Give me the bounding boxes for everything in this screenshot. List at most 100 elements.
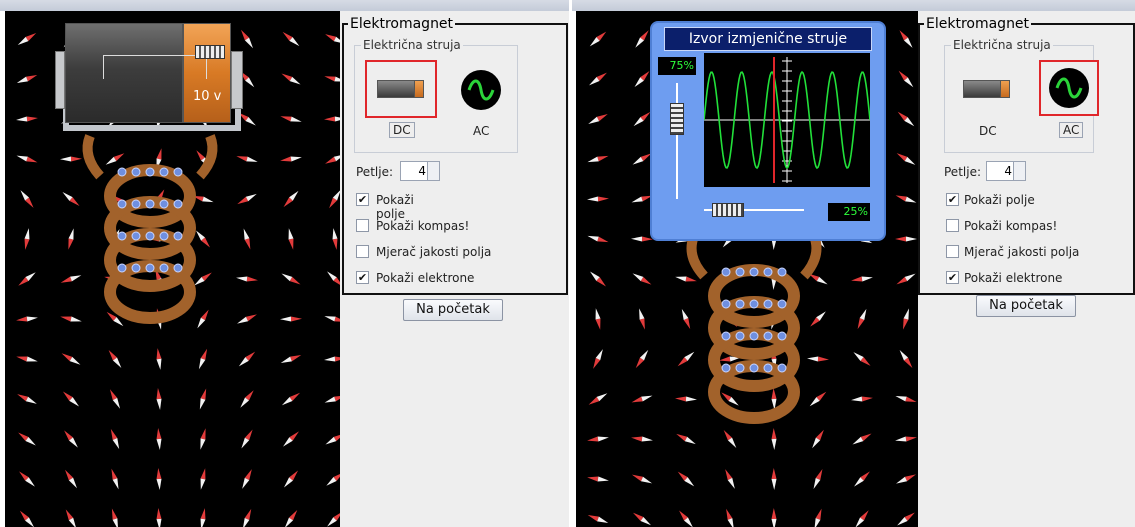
reset-button[interactable]: Na početak	[976, 295, 1076, 317]
lead-wire-left	[82, 134, 104, 180]
electron	[159, 199, 169, 209]
lead-wire-right	[196, 134, 218, 180]
current-source-title: Električna struja	[361, 38, 463, 52]
dc-label[interactable]: DC	[979, 124, 997, 138]
electromagnet-group: Elektromagnet Električna struja DC AC Pe…	[918, 16, 1135, 295]
electron	[777, 363, 787, 373]
loops-spinner[interactable]: 4	[400, 161, 440, 181]
electromagnet-coil	[82, 134, 218, 324]
control-panel: Elektromagnet Električna struja DC AC Pe…	[340, 11, 569, 527]
group-title: Elektromagnet	[924, 16, 1032, 32]
loops-label: Petlje:	[944, 165, 981, 179]
electron	[145, 231, 155, 241]
ac-source-title: Izvor izmjenične struje	[664, 27, 872, 51]
spinner-arrows-icon[interactable]	[1013, 162, 1025, 180]
electron	[763, 331, 773, 341]
checkbox-box[interactable]: ✔	[946, 271, 959, 284]
left-panel: 10 v Elektromagnet Električna struja DC	[0, 0, 569, 527]
checkbox-label: Pokaži elektrone	[376, 271, 475, 285]
comparison-screenshot: 10 v Elektromagnet Električna struja DC	[0, 0, 1135, 527]
checkbox-box[interactable]	[946, 219, 959, 232]
checkbox-box[interactable]	[356, 219, 369, 232]
checkbox-label: Pokaži elektrone	[964, 271, 1063, 285]
electron	[749, 331, 759, 341]
electron	[735, 331, 745, 341]
frequency-slider-handle[interactable]	[712, 203, 744, 217]
amplitude-slider-handle[interactable]	[670, 103, 684, 135]
spinner-arrows-icon[interactable]	[427, 162, 439, 180]
loops-value: 4	[418, 164, 426, 178]
amplitude-slider-track	[676, 83, 678, 199]
simulation-canvas[interactable]: Izvor izmjenične struje 75% 25%	[576, 11, 918, 527]
electron	[721, 299, 731, 309]
electron	[117, 231, 127, 241]
electron	[173, 199, 183, 209]
checkbox-label: Mjerač jakosti polja	[376, 245, 492, 259]
electron	[777, 331, 787, 341]
frequency-readout: 25%	[828, 203, 870, 221]
battery-icon-cap	[414, 80, 424, 98]
checkbox-box[interactable]	[356, 245, 369, 258]
checkbox-box[interactable]: ✔	[946, 193, 959, 206]
electron	[117, 199, 127, 209]
checkbox-label: Pokaži polje	[964, 193, 1035, 207]
checkbox-label: Pokaži kompas!	[376, 219, 470, 233]
electron	[173, 167, 183, 177]
electron	[721, 331, 731, 341]
loops-spinner[interactable]: 4	[986, 161, 1026, 181]
group-title: Elektromagnet	[348, 16, 456, 32]
ac-label[interactable]: AC	[1059, 122, 1084, 138]
electron	[735, 299, 745, 309]
checkbox-box[interactable]	[946, 245, 959, 258]
checkbox-box[interactable]: ✔	[356, 271, 369, 284]
electron	[145, 199, 155, 209]
electron	[777, 267, 787, 277]
electron	[131, 167, 141, 177]
ac-label[interactable]: AC	[473, 124, 489, 138]
current-source-group: Električna struja DC AC	[944, 38, 1099, 153]
checkbox-label: Mjerač jakosti polja	[964, 245, 1080, 259]
electron	[117, 263, 127, 273]
checkbox-box[interactable]: ✔	[356, 193, 369, 206]
ac-source-panel[interactable]: Izvor izmjenične struje 75% 25%	[650, 21, 886, 241]
dc-option[interactable]	[365, 60, 437, 118]
electron	[735, 363, 745, 373]
battery-icon-cap	[1000, 80, 1010, 98]
electron	[159, 231, 169, 241]
ac-option[interactable]	[1039, 60, 1099, 116]
right-panel: Izvor izmjenične struje 75% 25% Elektrom…	[572, 0, 1135, 527]
electron	[159, 167, 169, 177]
electron	[763, 363, 773, 373]
ac-icon[interactable]	[461, 70, 501, 110]
lead-wire-left	[686, 234, 708, 280]
electron	[749, 267, 759, 277]
battery-icon[interactable]	[963, 80, 1001, 98]
electron	[763, 299, 773, 309]
simulation-canvas[interactable]: 10 v	[5, 11, 340, 527]
electron	[749, 363, 759, 373]
oscilloscope-screen	[703, 53, 871, 187]
electron	[131, 263, 141, 273]
battery-icon	[377, 80, 415, 98]
checkbox-label: Pokaži polje	[376, 193, 414, 221]
electron	[763, 267, 773, 277]
loops-value: 4	[1004, 164, 1012, 178]
sine-wave-trace	[703, 57, 871, 183]
electron	[777, 299, 787, 309]
window-top-bar	[0, 0, 569, 11]
window-top-bar	[572, 0, 1135, 11]
current-source-group: Električna struja DC AC	[354, 38, 518, 153]
loops-label: Petlje:	[356, 165, 393, 179]
electron	[173, 231, 183, 241]
dc-label[interactable]: DC	[389, 122, 415, 138]
electron	[735, 267, 745, 277]
electron	[721, 363, 731, 373]
lead-wire-right	[800, 234, 822, 280]
electron	[159, 263, 169, 273]
electron	[131, 231, 141, 241]
reset-button[interactable]: Na početak	[403, 299, 503, 321]
current-source-title: Električna struja	[951, 38, 1053, 52]
electron	[173, 263, 183, 273]
electron	[145, 167, 155, 177]
checkbox-label: Pokaži kompas!	[964, 219, 1058, 233]
